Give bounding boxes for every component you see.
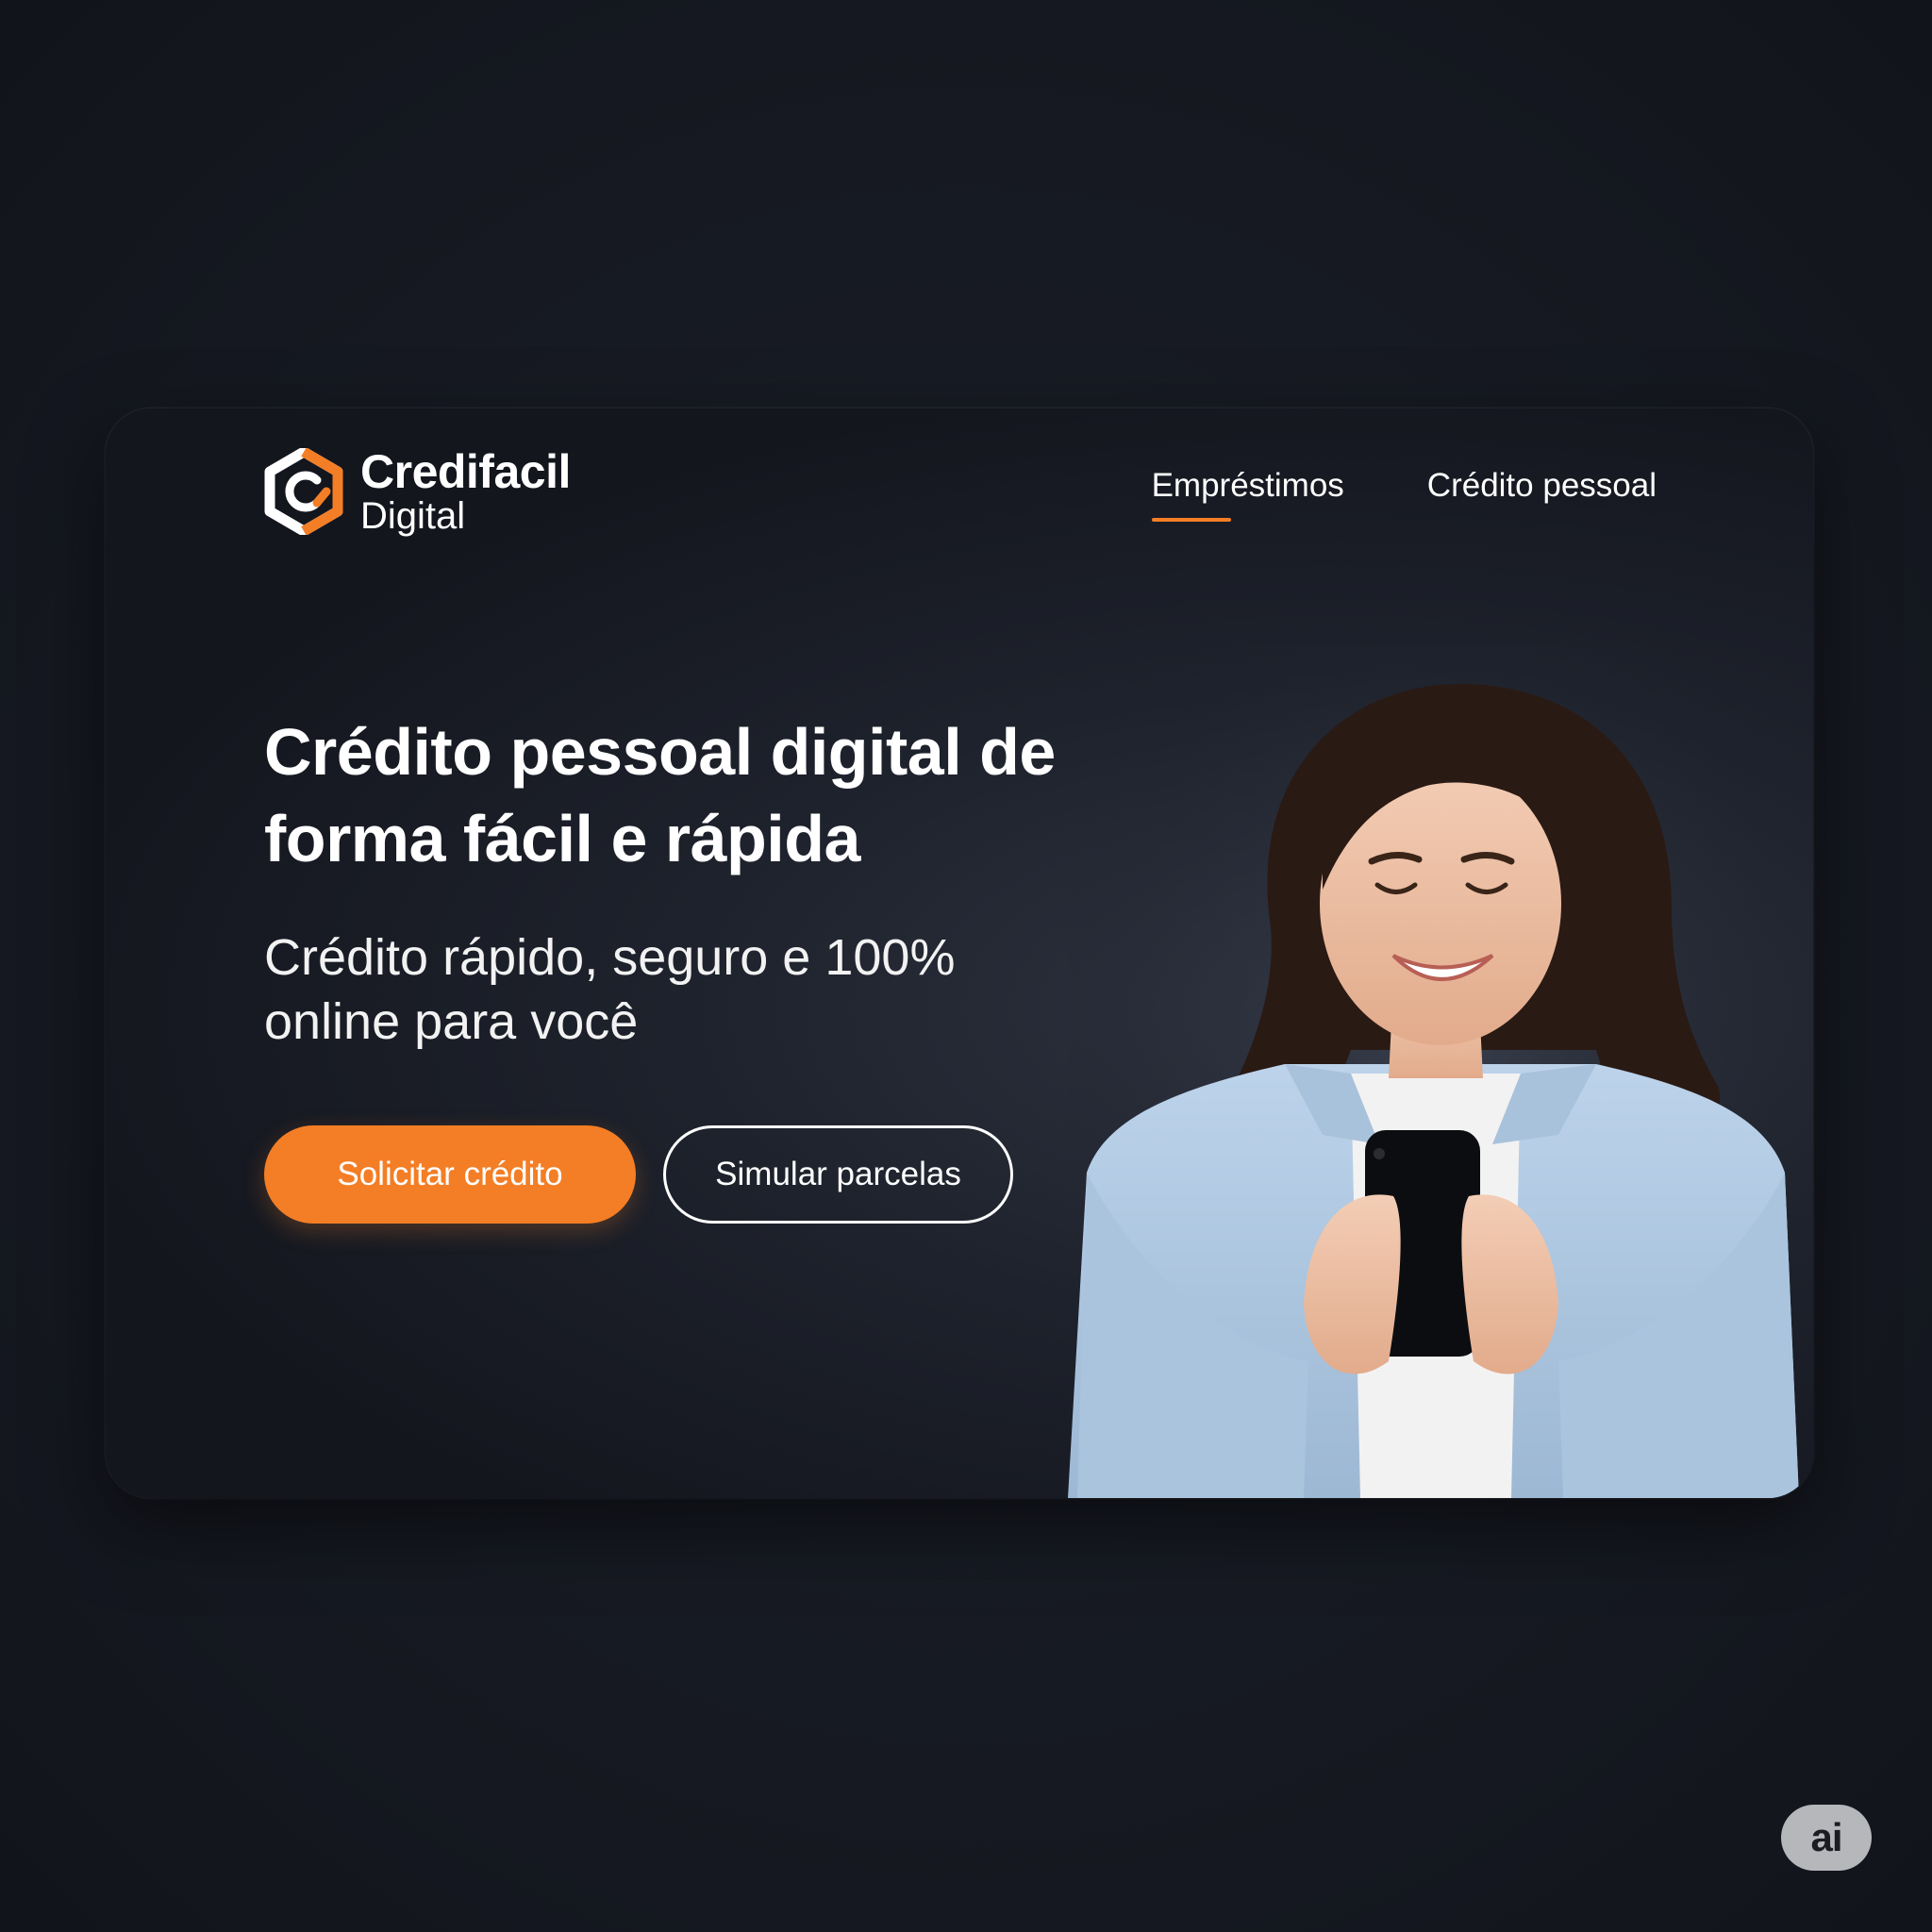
hero-headline: Crédito pessoal digital de forma fácil e… bbox=[264, 715, 1056, 875]
brand-wordmark: Credifacil Digital bbox=[360, 448, 571, 535]
top-nav: Empréstimos Crédito pessoal bbox=[1151, 467, 1657, 522]
request-credit-button[interactable]: Solicitar crédito bbox=[264, 1125, 636, 1224]
simulate-installments-button[interactable]: Simular parcelas bbox=[663, 1125, 1013, 1224]
brand-logo[interactable]: Credifacil Digital bbox=[264, 448, 571, 535]
credifacil-logo-icon bbox=[264, 448, 343, 535]
hero-subtitle: Crédito rápido, seguro e 100% online par… bbox=[264, 929, 956, 1050]
ai-badge: ai bbox=[1781, 1805, 1872, 1871]
woman-smiling-with-phone-illustration bbox=[1068, 644, 1813, 1498]
brand-sub: Digital bbox=[360, 495, 466, 537]
landing-card: Credifacil Digital Empréstimos Crédito p… bbox=[106, 408, 1813, 1498]
nav-item-credito-pessoal[interactable]: Crédito pessoal bbox=[1427, 467, 1657, 522]
page-background: Credifacil Digital Empréstimos Crédito p… bbox=[0, 0, 1932, 1932]
brand-name: Credifacil bbox=[360, 445, 571, 498]
nav-item-emprestimos[interactable]: Empréstimos bbox=[1151, 467, 1344, 522]
